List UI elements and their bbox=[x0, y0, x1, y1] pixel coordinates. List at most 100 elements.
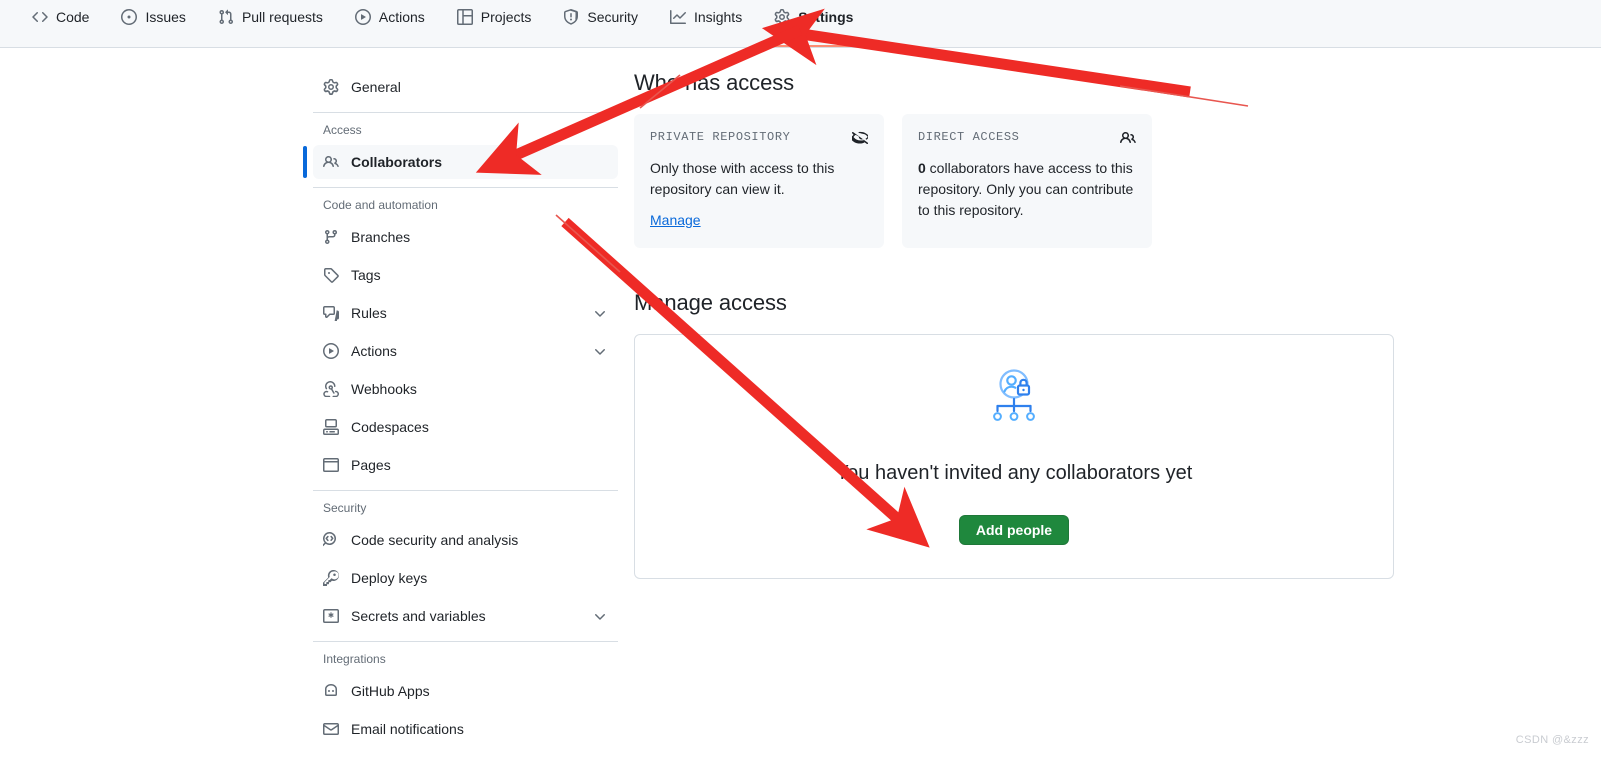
sidebar-item-webhooks[interactable]: Webhooks bbox=[313, 372, 618, 406]
sidebar-item-github-apps[interactable]: GitHub Apps bbox=[313, 674, 618, 708]
sidebar-item-collaborators[interactable]: Collaborators bbox=[303, 145, 618, 179]
manage-link[interactable]: Manage bbox=[650, 212, 701, 228]
repo-tab-pull-requests[interactable]: Pull requests bbox=[202, 0, 339, 47]
repo-tab-label: Code bbox=[56, 8, 90, 25]
sidebar-item-code-security-and-analysis[interactable]: Code security and analysis bbox=[313, 523, 618, 557]
sidebar-item-label: General bbox=[351, 79, 401, 95]
sidebar-divider bbox=[313, 641, 618, 642]
sidebar-item-label: Actions bbox=[351, 343, 397, 359]
repo-tab-code[interactable]: Code bbox=[16, 0, 105, 47]
chevron-down-icon[interactable] bbox=[592, 343, 608, 359]
manage-access-section: Manage access You haven't invited any co… bbox=[634, 290, 1394, 579]
git-pull-request-icon bbox=[218, 9, 234, 25]
card-body-text: Only those with access to this repositor… bbox=[650, 160, 835, 197]
repo-tab-insights[interactable]: Insights bbox=[654, 0, 758, 47]
sidebar-item-label: Webhooks bbox=[351, 381, 417, 397]
tag-icon bbox=[323, 267, 339, 283]
sidebar-item-branches[interactable]: Branches bbox=[313, 220, 618, 254]
browser-icon bbox=[323, 457, 339, 473]
sidebar-item-tags[interactable]: Tags bbox=[313, 258, 618, 292]
direct-access-card: DIRECT ACCESS 0 collaborators have acces… bbox=[902, 114, 1152, 248]
key-icon bbox=[323, 570, 339, 586]
sidebar-item-label: Secrets and variables bbox=[351, 608, 486, 624]
code-icon bbox=[32, 9, 48, 25]
repo-tab-label: Actions bbox=[378, 8, 425, 25]
gear-icon bbox=[774, 8, 790, 25]
people-icon bbox=[1120, 130, 1136, 146]
repo-tab-issues[interactable]: Issues bbox=[105, 0, 201, 47]
apps-icon bbox=[323, 683, 339, 699]
secrets-icon bbox=[323, 608, 339, 624]
gear-icon bbox=[323, 79, 339, 95]
collaborator-count: 0 bbox=[918, 160, 926, 176]
empty-state-title: You haven't invited any collaborators ye… bbox=[835, 461, 1193, 484]
sidebar-item-label: Deploy keys bbox=[351, 570, 428, 586]
sidebar-item-general[interactable]: General bbox=[313, 70, 618, 104]
sidebar-item-label: Codespaces bbox=[351, 419, 429, 435]
repo-tab-label: Issues bbox=[145, 8, 186, 25]
sidebar-item-label: Branches bbox=[351, 229, 411, 245]
git-branch-icon bbox=[323, 229, 339, 245]
repo-tab-label: Settings bbox=[798, 8, 854, 25]
settings-page-body: General Access Collaborators Code and au… bbox=[0, 48, 1601, 758]
card-body: 0 collaborators have access to this repo… bbox=[918, 158, 1136, 221]
sidebar-item-rules[interactable]: Rules bbox=[313, 296, 618, 330]
settings-sidebar: General Access Collaborators Code and au… bbox=[303, 70, 618, 750]
sidebar-item-label: Code security and analysis bbox=[351, 532, 519, 548]
sidebar-divider bbox=[313, 187, 618, 188]
webhook-icon bbox=[323, 381, 339, 397]
repo-nav-bar: Code Issues Pull requests Actions Projec… bbox=[0, 0, 1601, 48]
codespaces-icon bbox=[323, 419, 339, 435]
sidebar-item-label: Collaborators bbox=[351, 154, 443, 170]
manage-access-heading: Manage access bbox=[634, 290, 787, 315]
issue-opened-icon bbox=[121, 8, 138, 25]
card-kicker: DIRECT ACCESS bbox=[918, 130, 1020, 144]
sidebar-item-label: Email notifications bbox=[351, 721, 464, 737]
sidebar-group-title-security: Security bbox=[323, 501, 367, 515]
sidebar-divider bbox=[313, 112, 618, 113]
sidebar-item-label: Pages bbox=[351, 457, 391, 473]
repo-tab-label: Pull requests bbox=[241, 8, 323, 25]
locked-user-hierarchy-icon bbox=[983, 368, 1045, 432]
eye-closed-icon bbox=[852, 130, 868, 146]
sidebar-item-secrets-and-variables[interactable]: Secrets and variables bbox=[313, 599, 618, 633]
mail-icon bbox=[323, 721, 339, 737]
settings-main-content: Who has access PRIVATE REPOSITORY Only t… bbox=[634, 70, 1394, 579]
table-icon bbox=[456, 8, 473, 25]
chevron-down-icon[interactable] bbox=[592, 608, 608, 624]
sidebar-item-label: GitHub Apps bbox=[351, 683, 430, 699]
sidebar-item-label: Tags bbox=[351, 267, 381, 283]
sidebar-item-codespaces[interactable]: Codespaces bbox=[313, 410, 618, 444]
sidebar-item-label: Rules bbox=[351, 305, 387, 321]
card-kicker: PRIVATE REPOSITORY bbox=[650, 130, 791, 144]
sidebar-item-deploy-keys[interactable]: Deploy keys bbox=[313, 561, 618, 595]
card-header: DIRECT ACCESS bbox=[918, 130, 1136, 146]
shield-icon bbox=[563, 8, 579, 25]
who-has-access-heading: Who has access bbox=[634, 70, 795, 95]
sidebar-divider bbox=[313, 490, 618, 491]
chevron-down-icon[interactable] bbox=[592, 305, 608, 321]
play-icon bbox=[323, 343, 339, 359]
card-body: Only those with access to this repositor… bbox=[650, 158, 868, 200]
repo-tab-security[interactable]: Security bbox=[547, 0, 654, 47]
repo-tab-actions[interactable]: Actions bbox=[339, 0, 441, 47]
repo-tab-label: Projects bbox=[480, 8, 532, 25]
sidebar-item-email-notifications[interactable]: Email notifications bbox=[313, 712, 618, 746]
sidebar-item-actions[interactable]: Actions bbox=[313, 334, 618, 368]
sidebar-group-title-integrations: Integrations bbox=[323, 652, 386, 666]
play-icon bbox=[354, 8, 371, 25]
repo-tab-projects[interactable]: Projects bbox=[441, 0, 548, 47]
access-summary-cards: PRIVATE REPOSITORY Only those with acces… bbox=[634, 114, 1394, 248]
collaborators-empty-state: You haven't invited any collaborators ye… bbox=[634, 334, 1394, 579]
repo-tab-settings[interactable]: Settings bbox=[758, 0, 869, 47]
sidebar-group-title-code-and-automation: Code and automation bbox=[323, 198, 438, 212]
add-people-button[interactable]: Add people bbox=[958, 514, 1070, 545]
card-body-text: collaborators have access to this reposi… bbox=[918, 160, 1134, 218]
people-icon bbox=[323, 154, 339, 170]
repo-tab-label: Security bbox=[587, 8, 638, 25]
sidebar-item-pages[interactable]: Pages bbox=[313, 448, 618, 482]
sidebar-group-title-access: Access bbox=[323, 123, 362, 137]
private-repository-card: PRIVATE REPOSITORY Only those with acces… bbox=[634, 114, 884, 248]
rules-icon bbox=[323, 305, 339, 321]
card-header: PRIVATE REPOSITORY bbox=[650, 130, 868, 146]
